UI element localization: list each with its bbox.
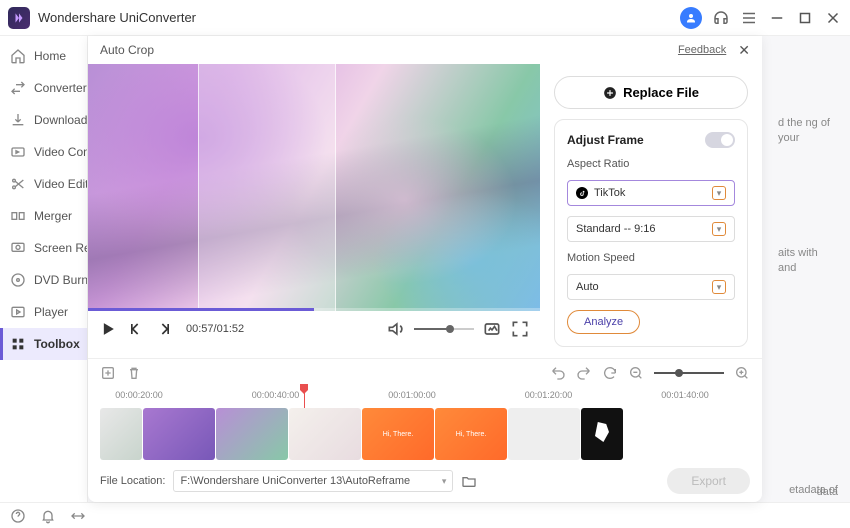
zoom-in-icon[interactable] <box>734 365 750 381</box>
browse-folder-icon[interactable] <box>461 473 477 489</box>
scissors-icon <box>10 176 26 192</box>
chevron-down-icon: ▾ <box>442 476 447 487</box>
volume-slider[interactable] <box>414 328 474 330</box>
timeline-clip[interactable] <box>508 408 580 460</box>
time-ruler: 00:00:20:00 00:00:40:00 00:01:00:00 00:0… <box>100 390 750 404</box>
fullscreen-icon[interactable] <box>510 319 530 339</box>
crop-mask-right <box>352 64 540 311</box>
refresh-icon[interactable] <box>602 365 618 381</box>
video-progress[interactable] <box>88 308 540 311</box>
sidebar-item-toolbox[interactable]: Toolbox <box>0 328 87 360</box>
modal-close-icon[interactable]: ✕ <box>738 42 750 59</box>
adjust-frame-toggle[interactable] <box>705 132 735 148</box>
standard-dropdown[interactable]: Standard -- 9:16 ▾ <box>567 216 735 242</box>
dvd-icon <box>10 272 26 288</box>
delete-clip-icon[interactable] <box>126 365 142 381</box>
feedback-link[interactable]: Feedback <box>678 44 726 56</box>
bg-text-2: aits with and <box>778 246 838 277</box>
chevron-down-icon: ▾ <box>712 222 726 236</box>
minimize-button[interactable] <box>768 9 786 27</box>
zoom-slider[interactable] <box>654 372 724 374</box>
content-area: d the ng of your aits with and data etad… <box>88 36 850 502</box>
modal-title: Auto Crop <box>100 43 154 57</box>
player-icon <box>10 304 26 320</box>
help-icon[interactable] <box>10 508 26 524</box>
compress-icon <box>10 144 26 160</box>
sidebar-item-dvd[interactable]: DVD Burner <box>0 264 87 296</box>
home-icon <box>10 48 26 64</box>
timeline-clip[interactable] <box>289 408 361 460</box>
timeline-clip[interactable] <box>216 408 288 460</box>
timeline-clip[interactable]: Hi, There. <box>362 408 434 460</box>
bg-text-1: d the ng of your <box>778 116 838 147</box>
timeline-toolbar <box>88 358 762 386</box>
auto-crop-modal: Auto Crop Feedback ✕ <box>88 36 762 502</box>
zoom-out-icon[interactable] <box>628 365 644 381</box>
bg-data-sub: etadata of <box>789 484 838 496</box>
next-frame-button[interactable] <box>154 319 174 339</box>
merger-icon <box>10 208 26 224</box>
export-button[interactable]: Export <box>667 468 750 494</box>
recorder-icon <box>10 240 26 256</box>
sidebar-item-compressor[interactable]: Video Compressor <box>0 136 87 168</box>
maximize-button[interactable] <box>796 9 814 27</box>
playback-time: 00:57/01:52 <box>186 323 244 335</box>
timeline-clip[interactable] <box>143 408 215 460</box>
download-icon <box>10 112 26 128</box>
file-location-label: File Location: <box>100 475 165 487</box>
settings-panel: Replace File Adjust Frame Aspect Ratio T… <box>540 64 762 358</box>
modal-header: Auto Crop Feedback ✕ <box>88 36 762 64</box>
sidebar: Home Converter Downloader Video Compress… <box>0 36 88 502</box>
video-preview[interactable] <box>88 64 540 311</box>
motion-speed-dropdown[interactable]: Auto ▾ <box>567 274 735 300</box>
converter-icon <box>10 80 26 96</box>
menu-icon[interactable] <box>740 9 758 27</box>
crop-mask-left <box>88 64 198 311</box>
sidebar-item-downloader[interactable]: Downloader <box>0 104 87 136</box>
file-location-input[interactable]: F:\Wondershare UniConverter 13\AutoRefra… <box>173 470 453 492</box>
sidebar-item-editor[interactable]: Video Editor <box>0 168 87 200</box>
crop-frame[interactable] <box>198 64 336 311</box>
modal-footer: File Location: F:\Wondershare UniConvert… <box>88 460 762 502</box>
headset-icon[interactable] <box>712 9 730 27</box>
add-clip-icon[interactable] <box>100 365 116 381</box>
analyze-button[interactable]: Analyze <box>567 310 640 334</box>
sidebar-item-player[interactable]: Player <box>0 296 87 328</box>
aspect-ratio-label: Aspect Ratio <box>567 158 735 170</box>
app-title: Wondershare UniConverter <box>38 10 680 25</box>
user-avatar[interactable] <box>680 7 702 29</box>
bell-icon[interactable] <box>40 508 56 524</box>
chevron-down-icon: ▾ <box>712 186 726 200</box>
transfer-icon[interactable] <box>70 508 86 524</box>
play-button[interactable] <box>98 319 118 339</box>
motion-speed-label: Motion Speed <box>567 252 735 264</box>
prev-frame-button[interactable] <box>126 319 146 339</box>
redo-icon[interactable] <box>576 365 592 381</box>
replace-file-button[interactable]: Replace File <box>554 76 748 109</box>
timeline-clip[interactable] <box>581 408 623 460</box>
playback-controls: 00:57/01:52 <box>88 311 540 347</box>
timeline-clips: Hi, There. Hi, There. <box>100 408 750 460</box>
statusbar <box>0 502 850 528</box>
adjust-frame-label: Adjust Frame <box>567 133 644 147</box>
titlebar: Wondershare UniConverter <box>0 0 850 36</box>
undo-icon[interactable] <box>550 365 566 381</box>
timeline-clip[interactable]: Hi, There. <box>435 408 507 460</box>
sidebar-item-home[interactable]: Home <box>0 40 87 72</box>
sidebar-item-merger[interactable]: Merger <box>0 200 87 232</box>
volume-icon[interactable] <box>386 319 406 339</box>
toolbox-icon <box>10 336 26 352</box>
timeline[interactable]: 00:00:20:00 00:00:40:00 00:01:00:00 00:0… <box>88 386 762 460</box>
timeline-clip[interactable] <box>100 408 142 460</box>
aspect-ratio-dropdown[interactable]: TikTok ▾ <box>567 180 735 206</box>
chevron-down-icon: ▾ <box>712 280 726 294</box>
close-button[interactable] <box>824 9 842 27</box>
snapshot-icon[interactable] <box>482 319 502 339</box>
sidebar-item-converter[interactable]: Converter <box>0 72 87 104</box>
sidebar-item-recorder[interactable]: Screen Recorder <box>0 232 87 264</box>
app-logo <box>8 7 30 29</box>
tiktok-icon <box>576 187 588 199</box>
